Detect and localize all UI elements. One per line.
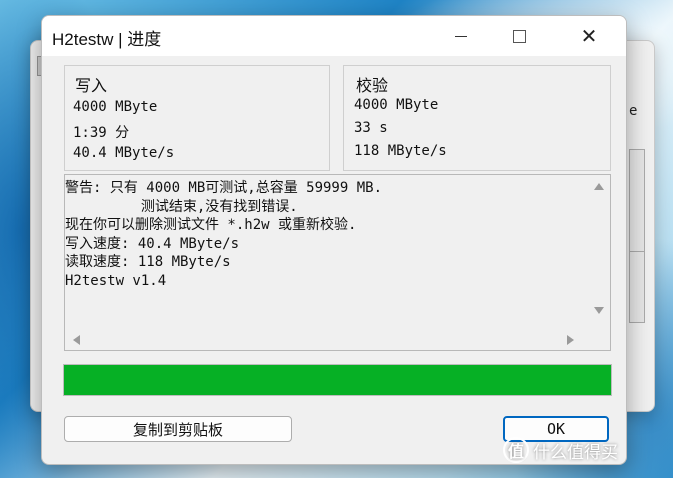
site-watermark: 值 什么值得买 bbox=[503, 437, 618, 463]
background-window-panel-2 bbox=[629, 251, 645, 323]
result-log-text: 警告: 只有 4000 MB可测试,总容量 59999 MB. 测试结束,没有找… bbox=[65, 180, 383, 289]
verify-time: 33 s bbox=[354, 120, 388, 136]
write-speed: 40.4 MByte/s bbox=[73, 145, 175, 161]
progress-bar-fill bbox=[64, 365, 611, 395]
background-window-text: e bbox=[629, 103, 638, 119]
verify-group-title: 校验 bbox=[356, 76, 389, 95]
scroll-right-arrow-icon[interactable] bbox=[567, 335, 574, 345]
maximize-icon bbox=[512, 29, 526, 43]
progress-bar bbox=[63, 364, 612, 396]
write-group-title: 写入 bbox=[75, 76, 108, 95]
minimize-icon bbox=[455, 35, 467, 37]
copy-to-clipboard-button[interactable]: 复制到剪贴板 bbox=[64, 416, 292, 442]
close-icon: ✕ bbox=[580, 24, 598, 48]
write-size: 4000 MByte bbox=[73, 99, 158, 115]
watermark-logo: 值 bbox=[503, 437, 529, 463]
write-time: 1:39 分 bbox=[73, 125, 130, 141]
vertical-scrollbar[interactable] bbox=[588, 175, 610, 330]
scroll-left-arrow-icon[interactable] bbox=[73, 335, 80, 345]
window-title: H2testw | 进度 bbox=[52, 30, 162, 49]
title-bar[interactable]: H2testw | 进度 ✕ bbox=[42, 16, 626, 56]
verify-group: 校验 4000 MByte 33 s 118 MByte/s bbox=[343, 65, 611, 171]
verify-speed: 118 MByte/s bbox=[354, 143, 447, 159]
verify-size: 4000 MByte bbox=[354, 97, 439, 113]
scrollbar-corner bbox=[588, 330, 610, 350]
h2testw-progress-dialog: H2testw | 进度 ✕ 写入 4000 MByte 1:39 分 40.4… bbox=[41, 15, 627, 465]
scroll-up-arrow-icon[interactable] bbox=[594, 183, 604, 190]
maximize-button[interactable] bbox=[496, 16, 542, 56]
scroll-down-arrow-icon[interactable] bbox=[594, 307, 604, 314]
close-button[interactable]: ✕ bbox=[566, 16, 612, 56]
horizontal-scrollbar[interactable] bbox=[65, 330, 588, 350]
result-log[interactable]: 警告: 只有 4000 MB可测试,总容量 59999 MB. 测试结束,没有找… bbox=[64, 174, 611, 351]
watermark-text: 什么值得买 bbox=[533, 442, 618, 463]
write-group: 写入 4000 MByte 1:39 分 40.4 MByte/s bbox=[64, 65, 330, 171]
minimize-button[interactable] bbox=[438, 16, 484, 56]
